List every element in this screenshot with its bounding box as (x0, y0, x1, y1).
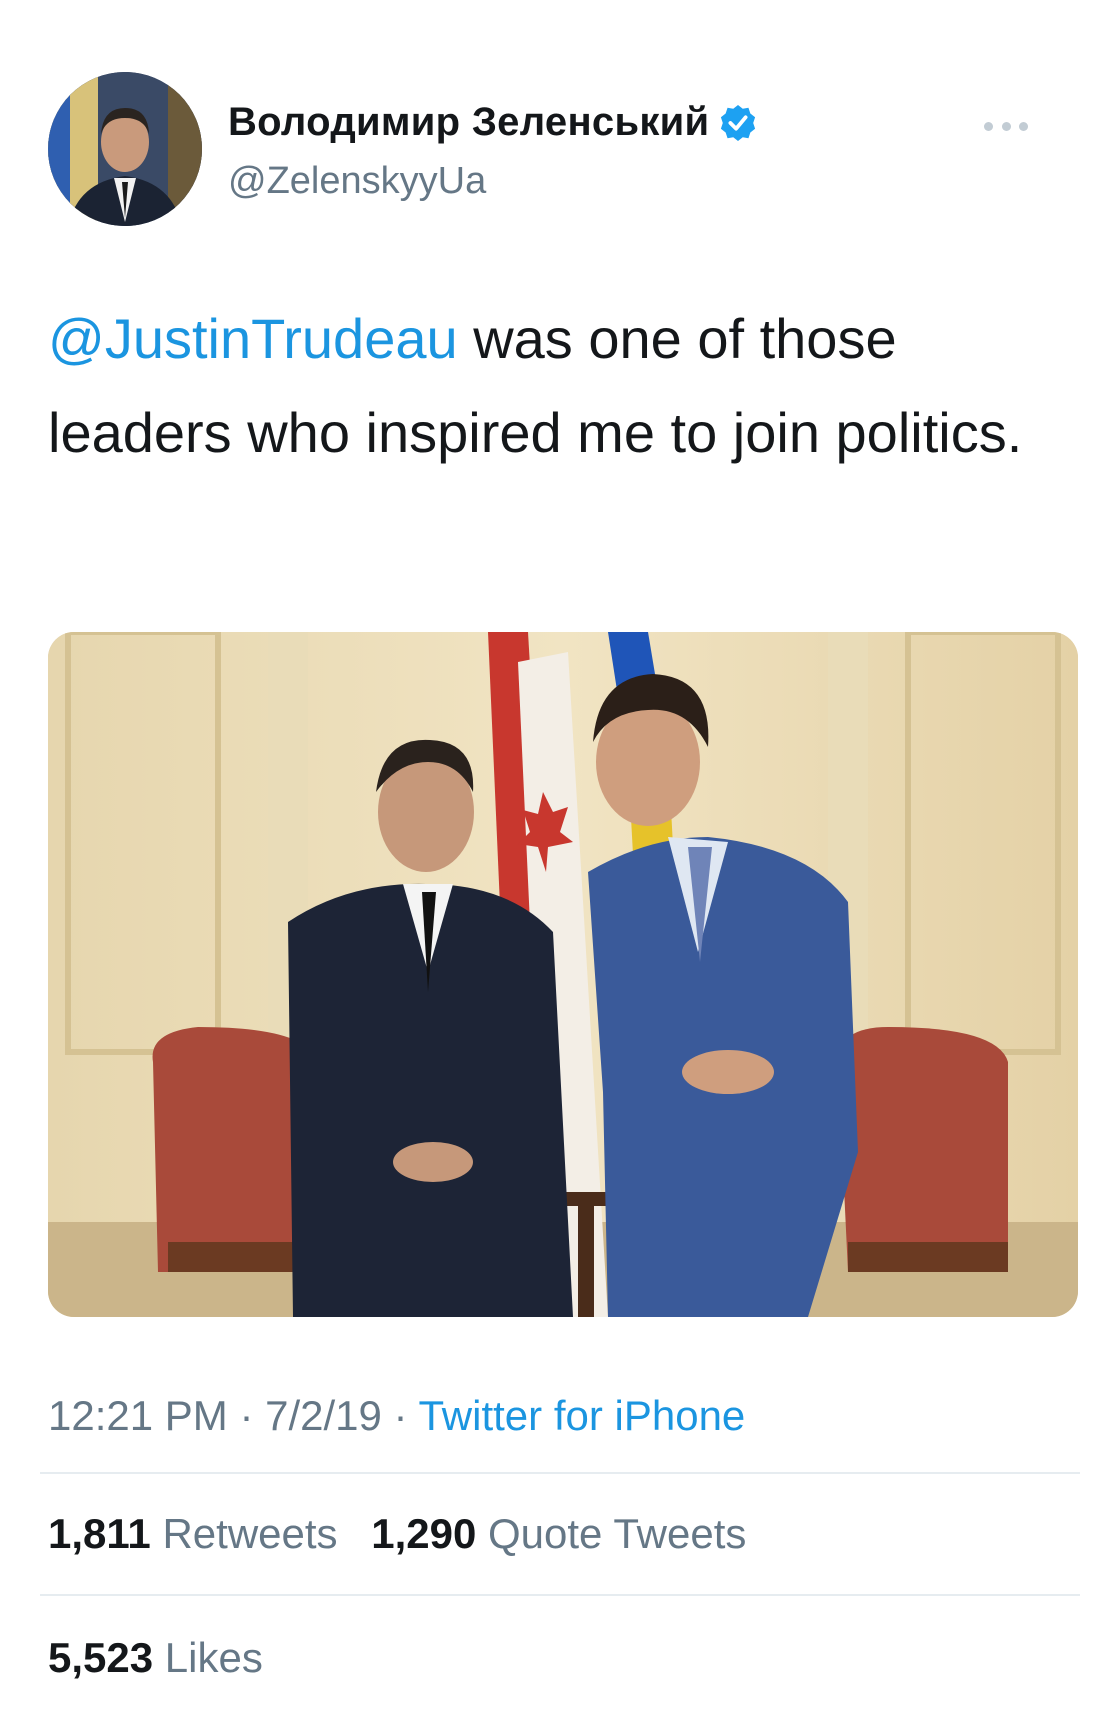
photo-image (48, 632, 1078, 1317)
retweets-stat[interactable]: 1,811 Retweets (48, 1510, 338, 1558)
mention-link[interactable]: @JustinTrudeau (48, 307, 458, 370)
meta-separator: · (381, 1392, 419, 1439)
likes-count: 5,523 (48, 1634, 154, 1681)
tweet-text: @JustinTrudeau was one of those leaders … (48, 292, 1048, 480)
quote-tweets-count: 1,290 (371, 1510, 477, 1557)
verified-badge-icon (719, 104, 757, 142)
more-dot (1019, 121, 1028, 131)
likes-label: Likes (164, 1634, 263, 1681)
tweet-photo[interactable] (48, 632, 1078, 1317)
retweets-label: Retweets (162, 1510, 338, 1557)
author-avatar[interactable] (48, 72, 202, 226)
tweet-source-link[interactable]: Twitter for iPhone (418, 1392, 745, 1439)
meta-separator: · (227, 1392, 266, 1439)
author-handle[interactable]: @ZelenskyyUa (228, 160, 486, 203)
likes-stats-row: 5,523 Likes (48, 1634, 285, 1682)
quote-tweets-stat[interactable]: 1,290 Quote Tweets (371, 1510, 746, 1558)
retweets-count: 1,811 (48, 1510, 151, 1557)
avatar-image (48, 72, 202, 226)
more-options-icon[interactable] (984, 116, 1028, 136)
divider (40, 1594, 1080, 1596)
tweet-meta: 12:21 PM · 7/2/19 · Twitter for iPhone (48, 1392, 745, 1440)
author-display-name[interactable]: Володимир Зеленський (228, 100, 709, 145)
tweet-header: Володимир Зеленський @ZelenskyyUa (48, 72, 1048, 232)
author-name-row: Володимир Зеленський (228, 100, 757, 145)
tweet-time[interactable]: 12:21 PM (48, 1392, 228, 1439)
more-dot (1001, 121, 1011, 131)
tweet-date[interactable]: 7/2/19 (265, 1392, 382, 1439)
quote-tweets-label: Quote Tweets (488, 1510, 747, 1557)
engagement-stats-row: 1,811 Retweets 1,290 Quote Tweets (48, 1510, 768, 1558)
likes-stat[interactable]: 5,523 Likes (48, 1634, 263, 1682)
more-dot (984, 121, 993, 131)
divider (40, 1472, 1080, 1474)
